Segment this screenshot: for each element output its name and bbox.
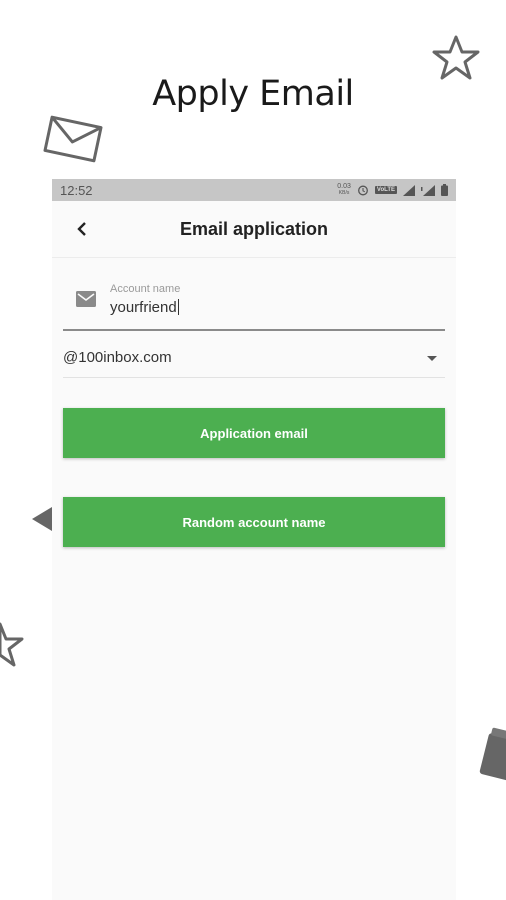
- arrow-left-shape-icon: [32, 507, 52, 531]
- dropdown-arrow-icon: [427, 356, 437, 361]
- signal-icon: [403, 184, 415, 196]
- application-email-button[interactable]: Application email: [63, 408, 445, 458]
- status-icons: 0.03 KB/s VoLTE: [337, 183, 448, 197]
- phone-screen: 12:52 0.03 KB/s VoLTE Email application …: [52, 179, 456, 900]
- account-name-input[interactable]: yourfriend: [110, 299, 177, 316]
- chevron-left-icon: [77, 222, 86, 236]
- envelope-filled-icon: [479, 727, 506, 783]
- status-bar: 12:52 0.03 KB/s VoLTE: [52, 179, 456, 201]
- app-bar: Email application: [52, 201, 456, 258]
- mail-icon: [76, 291, 96, 307]
- back-button[interactable]: [68, 215, 96, 243]
- text-caret: [177, 299, 179, 315]
- domain-select-value: @100inbox.com: [63, 349, 172, 366]
- domain-select[interactable]: @100inbox.com: [63, 337, 445, 378]
- volte-badge: VoLTE: [374, 186, 397, 194]
- page-title: Email application: [179, 218, 329, 239]
- network-speed: 0.03 KB/s: [337, 183, 351, 196]
- account-name-label: Account name: [110, 283, 181, 295]
- star-outline-icon: [0, 622, 24, 667]
- alarm-icon: [357, 185, 368, 196]
- envelope-outline-icon: [43, 115, 103, 163]
- random-account-name-button[interactable]: Random account name: [63, 497, 445, 547]
- status-time: 12:52: [60, 182, 93, 198]
- battery-icon: [441, 184, 448, 196]
- star-outline-icon: [432, 35, 480, 80]
- signal-secondary-icon: [421, 184, 435, 196]
- account-name-field[interactable]: Account name yourfriend: [63, 279, 445, 331]
- account-name-input-wrapper[interactable]: yourfriend: [110, 299, 179, 316]
